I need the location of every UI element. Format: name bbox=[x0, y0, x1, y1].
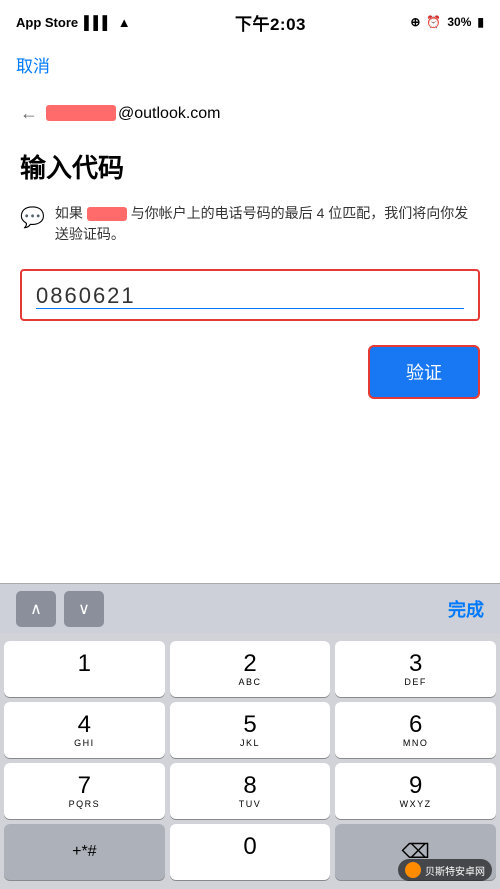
wifi-icon: ▲ bbox=[118, 15, 131, 30]
keyboard-arrows: ∧ ∨ bbox=[16, 591, 104, 627]
code-input-container[interactable]: 0860621 bbox=[20, 269, 480, 321]
keyboard-row-2: 4 GHI 5 JKL 6 MNO bbox=[4, 702, 496, 758]
cancel-button[interactable]: 取消 bbox=[16, 52, 50, 77]
key-2[interactable]: 2 ABC bbox=[170, 641, 331, 697]
status-left: App Store ▌▌▌ ▲ bbox=[16, 15, 131, 30]
status-right: ⊕ ⏰ 30% ▮ bbox=[410, 15, 484, 29]
arrow-up-button[interactable]: ∧ bbox=[16, 591, 56, 627]
key-2-number: 2 bbox=[243, 651, 256, 677]
app-store-label: App Store bbox=[16, 15, 78, 30]
key-5-number: 5 bbox=[243, 712, 256, 738]
key-6[interactable]: 6 MNO bbox=[335, 702, 496, 758]
key-2-letters: ABC bbox=[239, 678, 262, 687]
key-9-number: 9 bbox=[409, 773, 422, 799]
done-button[interactable]: 完成 bbox=[448, 596, 484, 622]
code-underline bbox=[36, 308, 464, 309]
email-domain: @outlook.com bbox=[118, 105, 221, 122]
app-bar: 取消 bbox=[0, 44, 500, 81]
back-arrow-icon: ← bbox=[20, 103, 38, 124]
key-1-letters bbox=[82, 678, 86, 687]
email-row: ← @outlook.com bbox=[20, 97, 480, 130]
verify-button[interactable]: 验证 bbox=[368, 345, 480, 399]
key-9-letters: WXYZ bbox=[400, 800, 432, 809]
email-display: @outlook.com bbox=[46, 105, 221, 123]
code-input-value: 0860621 bbox=[36, 283, 464, 309]
battery-icon: ▮ bbox=[477, 15, 484, 29]
info-box: 💬 如果 与你帐户上的电话号码的最后 4 位匹配，我们将向你发送验证码。 bbox=[20, 203, 480, 245]
status-time: 下午2:03 bbox=[235, 10, 306, 35]
signal-icon: ▌▌▌ bbox=[84, 15, 112, 30]
key-1-number: 1 bbox=[78, 651, 91, 677]
verify-button-row: 验证 bbox=[20, 345, 480, 399]
key-0[interactable]: 0 bbox=[170, 824, 331, 880]
key-8-number: 8 bbox=[243, 773, 256, 799]
key-7-number: 7 bbox=[78, 773, 91, 799]
keyboard-toolbar: ∧ ∨ 完成 bbox=[0, 583, 500, 633]
location-icon: ⊕ bbox=[410, 15, 420, 29]
watermark-logo bbox=[405, 862, 421, 878]
keyboard-rows: 1 2 ABC 3 DEF 4 GHI 5 JKL 6 bbox=[0, 633, 500, 889]
key-5-letters: JKL bbox=[240, 739, 260, 748]
key-6-number: 6 bbox=[409, 712, 422, 738]
key-special-label: +*# bbox=[72, 843, 96, 861]
key-3-letters: DEF bbox=[404, 678, 427, 687]
key-0-number: 0 bbox=[243, 834, 256, 860]
key-4-number: 4 bbox=[78, 712, 91, 738]
key-special[interactable]: +*# bbox=[4, 824, 165, 880]
key-1[interactable]: 1 bbox=[4, 641, 165, 697]
chat-icon: 💬 bbox=[20, 205, 45, 230]
info-redacted bbox=[87, 207, 127, 221]
watermark-text: 贝斯特安卓网 bbox=[425, 863, 485, 878]
key-4[interactable]: 4 GHI bbox=[4, 702, 165, 758]
key-6-letters: MNO bbox=[403, 739, 429, 748]
keyboard-row-1: 1 2 ABC 3 DEF bbox=[4, 641, 496, 697]
page-title: 输入代码 bbox=[20, 148, 480, 185]
key-3[interactable]: 3 DEF bbox=[335, 641, 496, 697]
email-redacted bbox=[46, 105, 116, 121]
status-bar: App Store ▌▌▌ ▲ 下午2:03 ⊕ ⏰ 30% ▮ bbox=[0, 0, 500, 44]
keyboard-area: ∧ ∨ 完成 1 2 ABC 3 DEF 4 GHI bbox=[0, 583, 500, 889]
arrow-down-button[interactable]: ∨ bbox=[64, 591, 104, 627]
key-8-letters: TUV bbox=[239, 800, 262, 809]
key-9[interactable]: 9 WXYZ bbox=[335, 763, 496, 819]
key-8[interactable]: 8 TUV bbox=[170, 763, 331, 819]
watermark: 贝斯特安卓网 bbox=[398, 859, 492, 881]
key-7[interactable]: 7 PQRS bbox=[4, 763, 165, 819]
battery-label: 30% bbox=[447, 15, 471, 29]
key-7-letters: PQRS bbox=[69, 800, 101, 809]
key-3-number: 3 bbox=[409, 651, 422, 677]
alarm-icon: ⏰ bbox=[426, 15, 441, 29]
key-5[interactable]: 5 JKL bbox=[170, 702, 331, 758]
main-content: ← @outlook.com 输入代码 💬 如果 与你帐户上的电话号码的最后 4… bbox=[0, 81, 500, 435]
key-0-letters bbox=[248, 861, 252, 870]
keyboard-row-3: 7 PQRS 8 TUV 9 WXYZ bbox=[4, 763, 496, 819]
info-text: 如果 与你帐户上的电话号码的最后 4 位匹配，我们将向你发送验证码。 bbox=[55, 203, 480, 245]
info-text-before: 如果 bbox=[55, 205, 83, 221]
key-4-letters: GHI bbox=[74, 739, 95, 748]
